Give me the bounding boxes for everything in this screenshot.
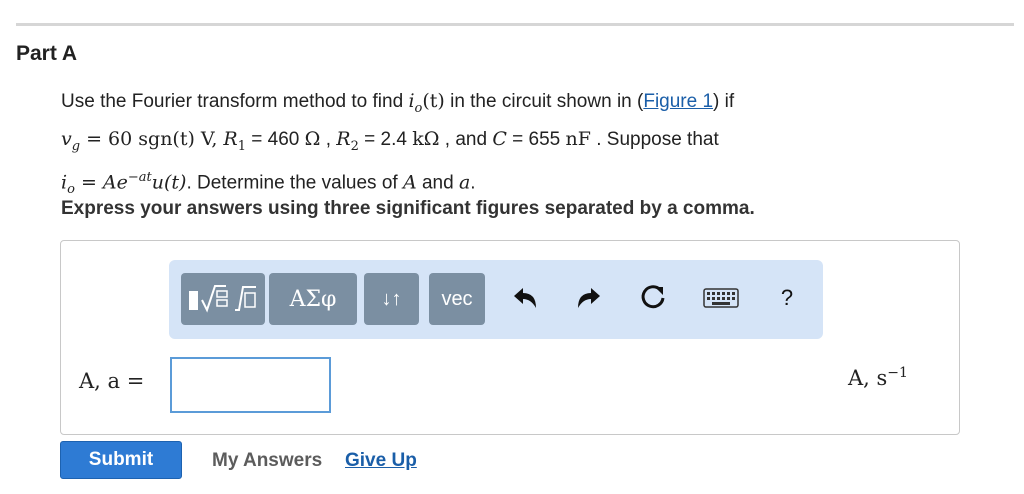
keyboard-shortcuts-icon[interactable]	[699, 278, 743, 318]
templates-button[interactable]	[181, 273, 265, 325]
my-answers-link[interactable]: My Answers	[212, 450, 322, 472]
problem-statement: Use the Fourier transform method to find…	[61, 90, 735, 197]
answer-label: A, a =	[79, 369, 145, 393]
answer-panel: ΑΣφ ↓↑ vec ? A, a = A, s−1	[60, 240, 960, 435]
top-divider	[16, 23, 1014, 26]
answer-units: A, s−1	[848, 365, 908, 390]
undo-icon[interactable]	[505, 278, 545, 318]
redo-icon[interactable]	[569, 278, 609, 318]
part-title: Part A	[16, 42, 78, 65]
answer-instruction: Express your answers using three signifi…	[61, 198, 755, 219]
greek-symbols-button[interactable]: ΑΣφ	[269, 273, 357, 325]
vector-button[interactable]: vec	[429, 273, 485, 325]
math-toolbar: ΑΣφ ↓↑ vec ?	[169, 260, 823, 339]
answer-input[interactable]	[170, 357, 331, 413]
radical-template-icon	[189, 285, 256, 313]
give-up-link[interactable]: Give Up	[345, 450, 417, 472]
help-icon[interactable]: ?	[767, 278, 807, 318]
reset-icon[interactable]	[633, 278, 673, 318]
figure-1-link[interactable]: Figure 1	[643, 91, 713, 112]
subscript-superscript-button[interactable]: ↓↑	[364, 273, 419, 325]
submit-button[interactable]: Submit	[60, 441, 182, 479]
